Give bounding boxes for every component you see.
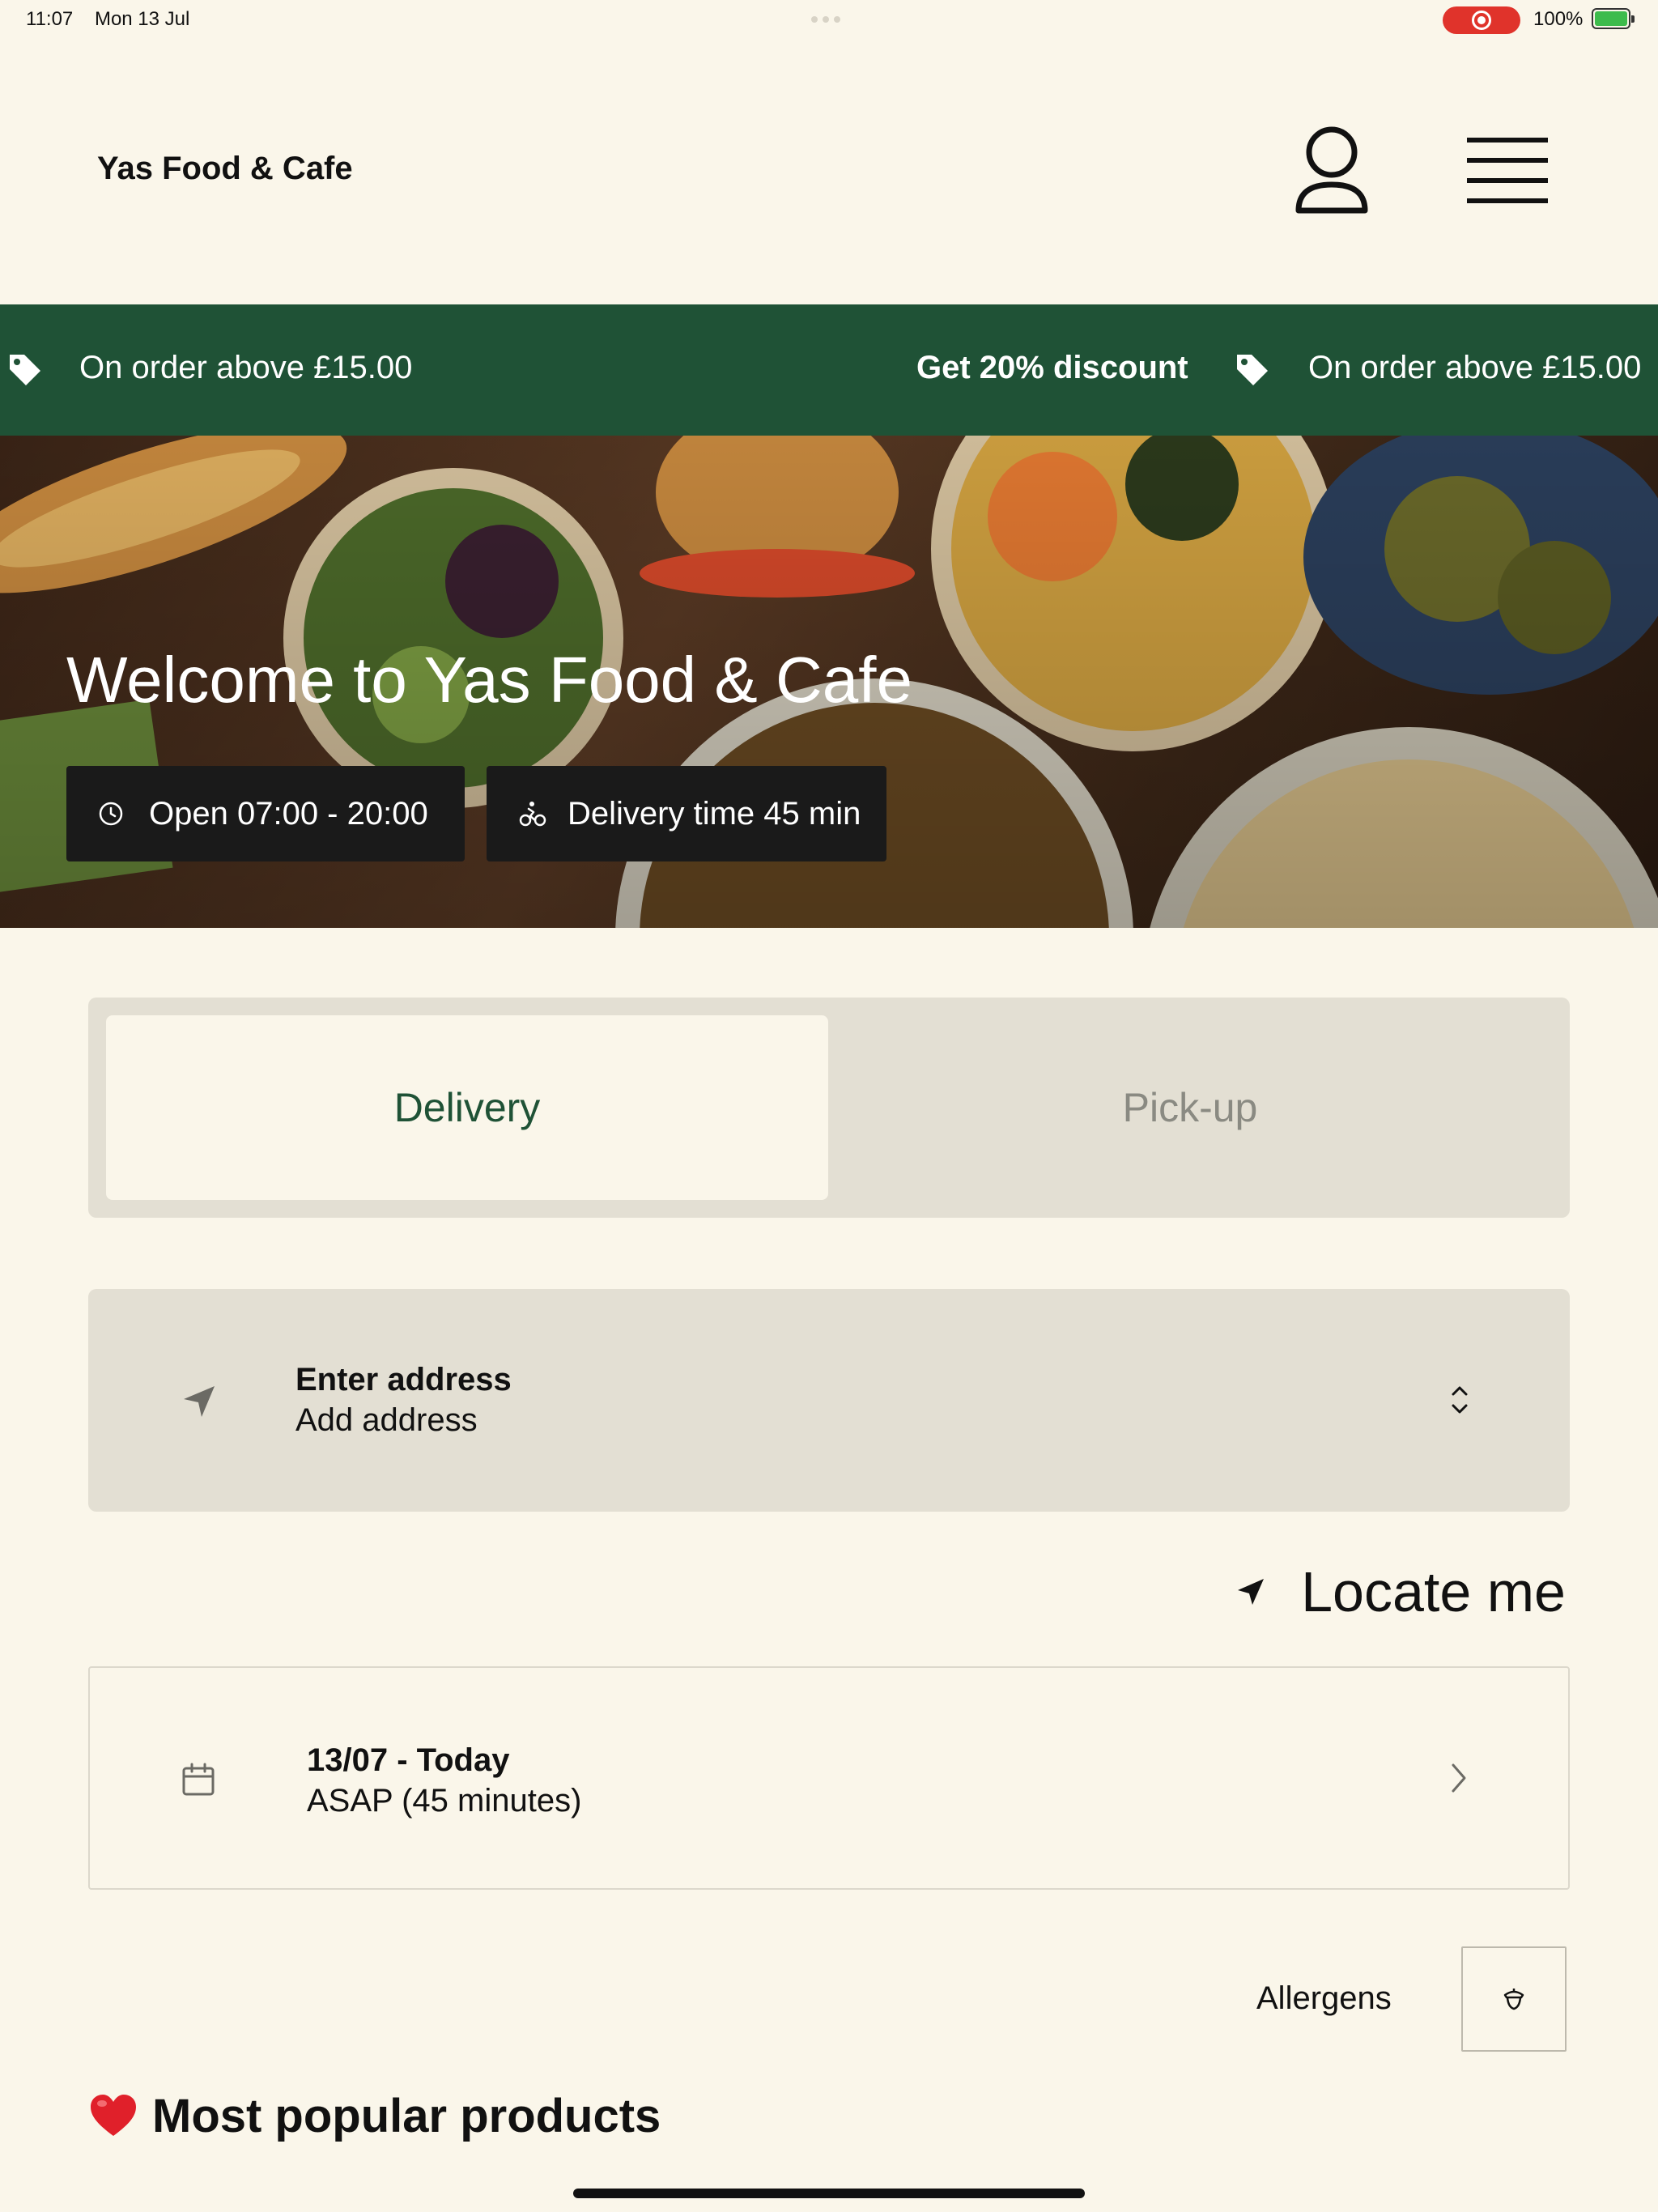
status-time-date: 11:07 Mon 13 Jul [26, 8, 189, 31]
promo-banner: On order above £15.00 Get 20% discount O… [0, 304, 1658, 436]
app-page: 11:07 Mon 13 Jul 100% Yas Food & Cafe On… [0, 0, 1658, 2212]
bicycle-courier-icon [519, 802, 546, 827]
allergens-label: Allergens [1256, 1980, 1392, 2016]
locate-me-label: Locate me [1301, 1560, 1566, 1623]
address-subtitle: Add address [295, 1402, 478, 1438]
user-icon [1295, 126, 1368, 214]
opening-hours-chip: Open 07:00 - 20:00 [66, 766, 465, 861]
promo-headline: Get 20% discount [916, 350, 1188, 385]
hero-banner: Welcome to Yas Food & Cafe Open 07:00 - … [0, 436, 1658, 928]
account-button[interactable] [1287, 121, 1376, 219]
tab-pickup[interactable]: Pick-up [828, 1015, 1552, 1200]
multitask-dots[interactable] [811, 16, 840, 23]
schedule-date: 13/07 - Today [307, 1742, 510, 1778]
chevron-right-icon [1452, 1763, 1466, 1793]
location-arrow-icon [1238, 1579, 1265, 1605]
status-date: Mon 13 Jul [94, 8, 190, 30]
brand-name[interactable]: Yas Food & Cafe [97, 151, 353, 187]
price-tag-icon [10, 355, 40, 385]
address-selector[interactable]: Enter address Add address [88, 1289, 1570, 1512]
allergens-button[interactable] [1461, 1946, 1567, 2052]
acorn-icon [1503, 1989, 1524, 2010]
price-tag-icon [1237, 355, 1268, 385]
battery-icon [1592, 8, 1635, 29]
chevron-up-down-icon [1452, 1386, 1468, 1414]
delivery-time-text: Delivery time 45 min [568, 795, 861, 832]
order-type-toggle: Delivery Pick-up [88, 998, 1570, 1218]
status-bar: 11:07 Mon 13 Jul 100% [0, 0, 1658, 39]
welcome-title: Welcome to Yas Food & Cafe [66, 644, 912, 716]
home-indicator[interactable] [573, 2189, 1085, 2198]
battery-percent: 100% [1533, 8, 1584, 30]
promo-text: On order above £15.00 [1308, 350, 1642, 385]
clock-icon [99, 802, 123, 826]
address-title: Enter address [295, 1362, 512, 1397]
calendar-icon [182, 1763, 215, 1796]
menu-button[interactable] [1457, 130, 1559, 211]
locate-me-button[interactable]: Locate me [1235, 1559, 1566, 1624]
popular-products-heading: Most popular products [89, 2089, 661, 2143]
heart-icon [91, 2094, 136, 2136]
hamburger-icon [1467, 138, 1548, 203]
section-title: Most popular products [152, 2090, 661, 2142]
tab-delivery[interactable]: Delivery [106, 1015, 828, 1200]
promo-text: On order above £15.00 [79, 350, 413, 385]
opening-hours-text: Open 07:00 - 20:00 [149, 795, 428, 832]
delivery-time-chip: Delivery time 45 min [487, 766, 886, 861]
status-time: 11:07 [26, 8, 74, 30]
delivery-time-selector[interactable]: 13/07 - Today ASAP (45 minutes) [88, 1666, 1570, 1890]
screen-recording-indicator[interactable] [1443, 6, 1520, 34]
navigation-arrow-icon [184, 1386, 215, 1417]
schedule-time: ASAP (45 minutes) [307, 1783, 582, 1819]
